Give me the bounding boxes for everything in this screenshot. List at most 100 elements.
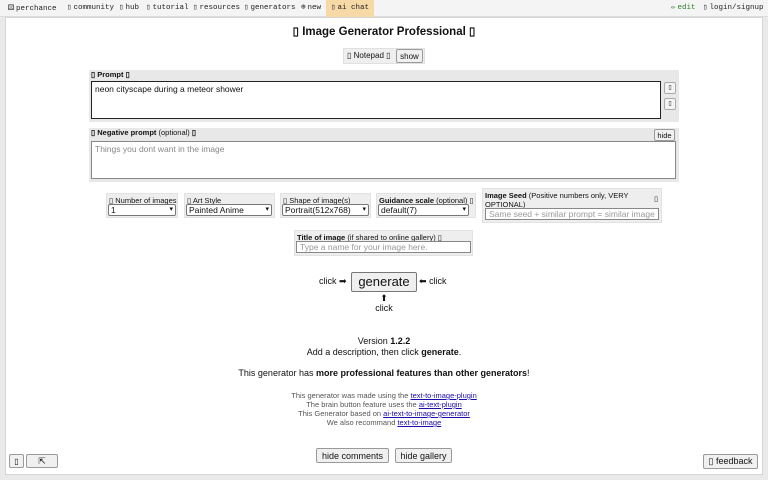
click-below-text: click [375, 303, 393, 313]
chat-icon: ▯ [331, 4, 336, 12]
generate-button[interactable]: generate [351, 272, 417, 292]
nav-perchance[interactable]: ⚄ perchance [8, 0, 57, 17]
num-images-value: 1 [111, 205, 116, 215]
feedback-label: feedback [715, 456, 753, 466]
negative-prompt-info-icon: ▯ [191, 128, 197, 137]
version-prefix: Version [357, 336, 388, 346]
nav-resources-label: resources [199, 4, 241, 12]
nav-generators[interactable]: ▯ generators [244, 0, 296, 17]
brain-button[interactable]: ▯ [664, 82, 676, 94]
prompt-info-icon: ▯ [125, 70, 130, 79]
hide-gallery-button[interactable]: hide gallery [395, 448, 452, 463]
prompt-label-text: Prompt [97, 70, 124, 79]
notepad-icon: ▯ [347, 51, 352, 60]
title-icon-left: ▯ [292, 26, 299, 38]
seed-info-icon: ▯ [654, 196, 658, 203]
credits-2-text: The brain button feature uses the [306, 400, 417, 409]
bottom-left-icon-button[interactable]: ▯ [9, 454, 24, 468]
resources-icon: ▯ [193, 4, 198, 12]
seed-label: Image Seed (Positive numbers only, VERY … [485, 191, 653, 209]
negative-prompt-icon: ▯ [91, 128, 96, 137]
negative-hide-button[interactable]: hide [654, 129, 675, 141]
feedback-icon: ▯ [708, 456, 714, 466]
nav-new[interactable]: ⊕ new [301, 0, 321, 17]
text-to-image-plugin-link[interactable]: text-to-image-plugin [410, 391, 476, 400]
version-number: 1.2.2 [390, 336, 411, 346]
click-hint-left: click ➡ [319, 276, 347, 287]
num-images-select[interactable]: 1 ▾ [108, 204, 176, 216]
prompt-tool-button[interactable]: ▯ [664, 98, 676, 110]
shape-value: Portrait(512x768) [285, 205, 351, 215]
nav-hub-label: hub [125, 4, 140, 12]
credits-line-2: The brain button feature uses the ai-tex… [0, 400, 768, 409]
click-hint-right: ⬅ click [419, 276, 447, 287]
nav-ai-chat-label: ai chat [337, 4, 370, 12]
credits-3-text: This Generator based on [298, 409, 382, 418]
nav-hub[interactable]: ▯ hub [119, 0, 139, 17]
text-to-image-link[interactable]: text-to-image [397, 418, 441, 427]
click-right-text: click [429, 276, 447, 286]
feedback-button[interactable]: ▯ feedback [703, 454, 758, 469]
nav-tutorial-label: tutorial [152, 4, 189, 12]
chevron-down-icon: ▾ [362, 206, 366, 213]
nav-generators-label: generators [250, 4, 296, 12]
guidance-info-icon: ▯ [469, 196, 474, 205]
guidance-select[interactable]: default(7) ▾ [378, 204, 469, 216]
arrow-left-icon: ⬅ [419, 276, 427, 286]
credits-4-text: We also recommand [326, 418, 396, 427]
community-icon: ▯ [67, 4, 72, 12]
negative-prompt-optional: (optional) [158, 128, 190, 137]
instructions-line: Add a description, then click generate. [306, 347, 462, 357]
hub-icon: ▯ [119, 4, 124, 12]
prompt-icon: ▯ [91, 70, 96, 79]
nav-new-label: new [307, 4, 322, 12]
ai-text-plugin-link[interactable]: ai-text-plugin [419, 400, 462, 409]
negative-prompt-textarea[interactable] [91, 141, 676, 179]
plus-circle-icon: ⊕ [301, 4, 306, 12]
notepad-label: Notepad [353, 51, 384, 60]
nav-login-label: login/signup [709, 4, 764, 12]
hide-comments-button[interactable]: hide comments [316, 448, 389, 463]
seed-placeholder: Same seed + similar prompt = similar ima… [489, 209, 655, 219]
top-nav-bar: ⚄ perchance ▯ community ▯ hub ▯ tutorial ▯ re… [0, 0, 768, 17]
ai-text-to-image-generator-link[interactable]: ai-text-to-image-generator [383, 409, 470, 418]
version-line: Version 1.2.2 [0, 336, 768, 346]
nav-resources[interactable]: ▯ resources [193, 0, 240, 17]
credits-line-4: We also recommand text-to-image [0, 418, 768, 427]
notepad-show-button[interactable]: show [396, 49, 423, 63]
page-title: ▯ Image Generator Professional ▯ [0, 24, 768, 38]
art-style-select[interactable]: Painted Anime ▾ [186, 204, 272, 216]
title-icon-right: ▯ [469, 26, 476, 38]
credits-line-1: This generator was made using the text-t… [0, 391, 768, 400]
nav-perchance-label: perchance [16, 5, 57, 13]
tagline-prefix: This generator has [238, 368, 314, 378]
instructions-bold: generate [421, 347, 459, 357]
prompt-label: ▯ Prompt ▯ [91, 70, 130, 80]
tutorial-icon: ▯ [146, 4, 151, 12]
guidance-value: default(7) [381, 205, 417, 215]
tagline: This generator has more professional fea… [238, 368, 530, 378]
expand-button[interactable]: ⇱ [26, 454, 58, 468]
title-of-image-placeholder: Type a name for your image here. [300, 242, 428, 252]
generators-icon: ▯ [244, 4, 249, 12]
tagline-bold: more professional features than other ge… [315, 368, 528, 378]
shape-select[interactable]: Portrait(512x768) ▾ [282, 204, 369, 216]
seed-input[interactable]: Same seed + similar prompt = similar ima… [485, 208, 659, 220]
title-of-image-input[interactable]: Type a name for your image here. [296, 241, 471, 253]
user-icon: ▯ [703, 4, 708, 12]
art-style-value: Painted Anime [189, 205, 244, 215]
chevron-down-icon: ▾ [169, 206, 173, 213]
instructions-prefix: Add a description, then click [306, 347, 419, 357]
credits-line-3: This Generator based on ai-text-to-image… [0, 409, 768, 418]
nav-edit[interactable]: ✏ edit [671, 0, 696, 17]
negative-prompt-label-text: Negative prompt [97, 128, 157, 137]
chevron-down-icon: ▾ [265, 206, 269, 213]
nav-login[interactable]: ▯ login/signup [703, 0, 764, 17]
click-left-text: click [319, 276, 337, 286]
notepad-icon-2: ▯ [386, 51, 391, 60]
nav-tutorial[interactable]: ▯ tutorial [146, 0, 189, 17]
nav-ai-chat[interactable]: ▯ ai chat [326, 0, 375, 17]
credits-1-text: This generator was made using the [291, 391, 409, 400]
prompt-textarea[interactable]: neon cityscape during a meteor shower [91, 81, 661, 119]
nav-community[interactable]: ▯ community [67, 0, 114, 17]
